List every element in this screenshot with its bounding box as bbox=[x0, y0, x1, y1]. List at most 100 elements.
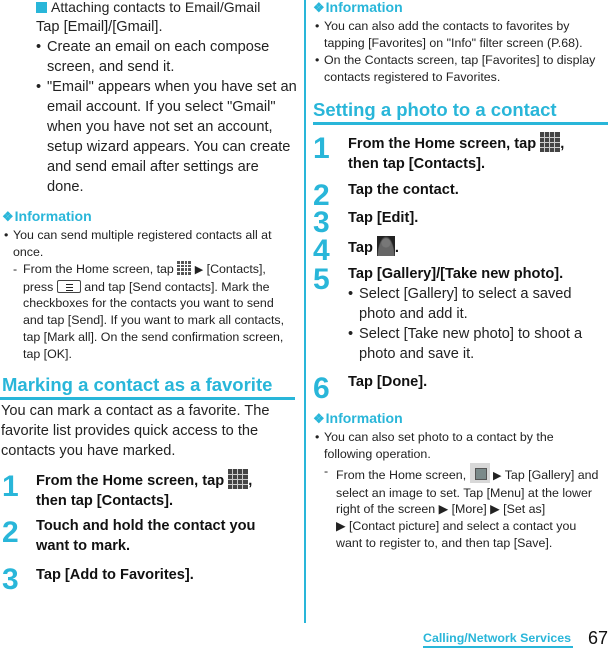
bullet-line: screen, and send it. bbox=[47, 59, 175, 75]
list-item: • Select [Gallery] to select a saved pho… bbox=[348, 284, 606, 324]
info-line: tap [OK]. bbox=[23, 346, 72, 361]
step-number: 3 bbox=[2, 563, 19, 596]
bullet-line: photo and save it. bbox=[359, 346, 475, 362]
text: From the Home screen, tap bbox=[23, 262, 178, 276]
bullet-icon: • bbox=[315, 53, 320, 67]
step-line: From the Home screen, tap , bbox=[348, 132, 564, 154]
info-line: and tap [Send]. If you want to mark all … bbox=[23, 313, 285, 328]
info-line: want to register to, and then tap [Save]… bbox=[336, 535, 553, 550]
step-text: From the Home screen, tap , then tap [Co… bbox=[348, 132, 564, 174]
info-item: • On the Contacts screen, tap [Favorites… bbox=[315, 52, 608, 85]
bullet-icon: • bbox=[315, 430, 320, 444]
text: . bbox=[394, 240, 399, 256]
intro-line: You can mark a contact as a favorite. Th… bbox=[1, 403, 270, 419]
bullet-icon: • bbox=[315, 19, 320, 33]
bullet-line: done. bbox=[47, 179, 84, 195]
text: Tap [Gallery] and bbox=[501, 468, 599, 482]
gallery-app-icon bbox=[469, 463, 490, 483]
section-heading: Setting a photo to a contact bbox=[313, 99, 557, 120]
text: From the Home screen, tap bbox=[348, 136, 541, 152]
info-line: ▶ [Contact picture] and select a contact… bbox=[336, 519, 577, 534]
dash-icon: - bbox=[324, 464, 329, 478]
info-subitem: - From the Home screen, ▶ Tap [Gallery] … bbox=[324, 463, 608, 552]
text: , bbox=[248, 473, 253, 489]
list-item: • Select [Take new photo] to shoot a pho… bbox=[348, 324, 606, 364]
info-line: From the Home screen, ▶ Tap [Gallery] an… bbox=[336, 463, 608, 485]
apps-grid-icon bbox=[177, 261, 192, 275]
step-line: then tap [Contacts]. bbox=[348, 156, 486, 172]
info-line: You can send multiple registered contact… bbox=[13, 228, 272, 242]
info-item: • You can also add the contacts to favor… bbox=[315, 18, 608, 51]
subsection-title: Attaching contacts to Email/Gmail bbox=[36, 0, 260, 16]
info-heading-text: Information bbox=[14, 208, 92, 224]
info-line: contacts registered to Favorites. bbox=[324, 69, 501, 84]
step-number: 6 bbox=[313, 372, 330, 405]
contact-photo-icon bbox=[376, 236, 395, 256]
intro-line: favorite list provides quick access to t… bbox=[1, 423, 259, 439]
info-heading-text: Information bbox=[325, 0, 403, 15]
step-number: 1 bbox=[313, 132, 330, 165]
section-intro: You can mark a contact as a favorite. Th… bbox=[1, 401, 296, 461]
step-number: 2 bbox=[2, 516, 19, 549]
bullet-line: Create an email on each compose bbox=[47, 39, 270, 55]
section-heading: Marking a contact as a favorite bbox=[2, 374, 273, 395]
bullet-icon: • bbox=[348, 326, 354, 342]
text: [Contacts], bbox=[203, 262, 266, 276]
footer-section-label: Calling/Network Services bbox=[423, 631, 572, 645]
bullet-line: setup wizard appears. You can create bbox=[47, 139, 291, 155]
step-line: Tap [Add to Favorites]. bbox=[36, 567, 194, 583]
bullet-line: Select [Take new photo] to shoot a bbox=[359, 326, 583, 342]
list-item: • "Email" appears when you have set an e… bbox=[36, 77, 298, 197]
info-line: tapping [Favorites] on "Info" filter scr… bbox=[324, 35, 583, 50]
intro-text: Tap [Email]/[Gmail]. bbox=[36, 19, 163, 35]
step-number: 4 bbox=[313, 234, 330, 267]
square-bullet-icon bbox=[36, 2, 47, 13]
apps-grid-icon bbox=[540, 132, 561, 152]
arrow-icon: ▶ bbox=[493, 470, 502, 482]
text: Tap bbox=[348, 240, 377, 256]
step-line: Touch and hold the contact you bbox=[36, 518, 256, 534]
step-text: From the Home screen, tap , then tap [Co… bbox=[36, 469, 252, 511]
bullet-icon: • bbox=[36, 39, 42, 55]
step-text: Tap [Done]. bbox=[348, 374, 428, 390]
step-text: Tap [Add to Favorites]. bbox=[36, 565, 194, 585]
step-line: then tap [Contacts]. bbox=[36, 493, 174, 509]
diamond-icon: ❖ bbox=[313, 411, 325, 426]
menu-key-icon bbox=[56, 279, 81, 293]
bullet-icon: • bbox=[4, 228, 9, 242]
list-item: • Create an email on each compose screen… bbox=[36, 37, 298, 77]
step-text: Touch and hold the contact you want to m… bbox=[36, 516, 255, 556]
diamond-icon: ❖ bbox=[2, 209, 14, 224]
text: , bbox=[560, 136, 565, 152]
subsection-title-text: Attaching contacts to Email/Gmail bbox=[51, 0, 261, 15]
step-text: Tap [Edit]. bbox=[348, 210, 419, 226]
bullet-line: photo and add it. bbox=[359, 306, 468, 322]
bullet-line: "Email" appears when you have set an bbox=[47, 79, 297, 95]
page-number: 67 bbox=[588, 628, 608, 648]
apps-grid-icon bbox=[228, 469, 249, 489]
info-line: tap [Mark all]. On the send confirmation… bbox=[23, 329, 284, 344]
info-line: press and tap [Send contacts]. Mark the bbox=[23, 279, 303, 296]
bullet-line: email account. If you select "Gmail" bbox=[47, 99, 276, 115]
step-number: 1 bbox=[2, 470, 19, 503]
step-line: From the Home screen, tap , bbox=[36, 469, 252, 491]
info-line: checkboxes for the contacts you want to … bbox=[23, 296, 274, 311]
step-text: Tap [Gallery]/[Take new photo]. bbox=[348, 266, 564, 282]
info-line: right of the screen ▶ [More] ▶ [Set as] bbox=[336, 502, 546, 517]
text: From the Home screen, bbox=[336, 468, 470, 482]
bullet-icon: • bbox=[36, 79, 42, 95]
section-underline bbox=[313, 122, 608, 125]
info-heading: ❖Information bbox=[2, 207, 92, 226]
info-item: • You can also set photo to a contact by… bbox=[315, 429, 608, 462]
arrow-icon: ▶ bbox=[194, 264, 204, 276]
info-line: once. bbox=[13, 244, 44, 259]
info-line: On the Contacts screen, tap [Favorites] … bbox=[324, 53, 596, 67]
step-number: 5 bbox=[313, 263, 330, 296]
text: and tap [Send contacts]. Mark the bbox=[80, 279, 270, 294]
info-line: From the Home screen, tap ▶ [Contacts], bbox=[23, 261, 303, 279]
bullet-line: when you have not set an account, bbox=[47, 119, 273, 135]
intro-line: contacts you have marked. bbox=[1, 443, 176, 459]
dash-icon: - bbox=[13, 262, 18, 276]
info-line: following operation. bbox=[324, 446, 431, 461]
bullet-line: Select [Gallery] to select a saved bbox=[359, 286, 572, 302]
